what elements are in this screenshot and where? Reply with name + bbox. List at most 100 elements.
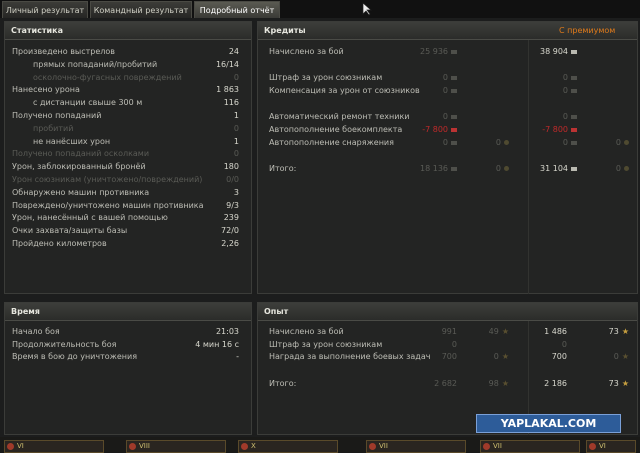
stat-value: 24 [228,47,239,56]
stat-row: Очки захвата/защиты базы 72/0 [5,226,251,238]
vehicle-slot: VII [480,440,580,453]
time-row: Продолжительность боя 4 мин 16 с [5,340,251,352]
credits-title: Кредиты [264,26,306,35]
credit-icon [571,140,577,145]
free-xp-star-icon: ★ [621,352,629,361]
statistics-title: Статистика [11,26,63,35]
credit-row: Штраф за урон союзникам 0 0 [258,73,637,85]
credit-label: Компенсация за урон от союзников [269,86,420,95]
gold-icon [504,166,509,171]
stat-label: Повреждено/уничтожено машин противника [12,200,204,210]
exp-prem-value: 700 [551,352,567,361]
credit-icon [571,88,577,93]
gold-prem-value: 0 [616,138,629,147]
rank-badge-icon [241,443,248,450]
panel-header: Опыт [258,303,637,321]
time-title: Время [11,307,40,316]
stat-label: Обнаружено машин противника [12,187,150,197]
credit-row: Автопополнение снаряжения 0 0 0 0 [258,138,637,150]
time-value: 21:03 [215,327,239,336]
credit-prem-value: 0 [563,138,577,147]
credit-base-value: 25 936 [420,47,457,56]
panel-header: Статистика [5,22,251,40]
rank-badge-icon [483,443,490,450]
stat-row: Получено попаданий 1 [5,111,251,123]
credit-label: Штраф за урон союзникам [269,73,383,82]
exp-label: Начислено за бой [269,327,344,336]
vehicle-tier: VII [379,442,388,450]
free-xp-star-icon: ★ [501,379,509,388]
credit-label: Начислено за бой [269,47,344,56]
credit-base-value: 0 [443,86,457,95]
vehicle-tier: VI [599,442,606,450]
tab-team-result[interactable]: Командный результат [90,1,192,18]
exp-row: Награда за выполнение боевых задач 700 0 ★ 7… [258,352,637,364]
exp-base-value: 0 [451,339,457,349]
stat-value: 1 863 [216,85,239,95]
credit-label: Автопополнение снаряжения [269,138,394,147]
watermark-logo: YAPLAKAL.COM [476,414,621,433]
time-value: - [236,352,239,361]
credit-base-value: 0 [443,112,457,121]
exp-base-free: 0 ★ [493,352,509,361]
credit-total-prem: 31 104 [540,164,577,173]
credit-prem-value: 0 [563,86,577,95]
exp-total-row: Итого: 2 682 98 ★ 2 186 73 ★ [258,379,637,391]
vehicle-slot: VI [4,440,104,453]
exp-prem-value: 2 186 [544,379,567,388]
stat-value: 239 [223,213,239,223]
tab-label: Личный результат [5,6,85,15]
vehicle-tier: VIII [139,442,150,450]
credit-icon [451,140,457,145]
credit-label: Автоматический ремонт техники [269,112,410,121]
time-value: 4 мин 16 с [195,339,239,349]
exp-prem-free: 73 ★ [608,327,629,336]
credit-total-row: Итого: 18 136 0 31 104 0 [258,164,637,176]
stat-row: Урон, заблокированный бронёй 180 [5,162,251,174]
stat-label: Получено попаданий осколками [12,149,150,159]
tab-personal-result[interactable]: Личный результат [2,1,88,18]
stat-row: осколочно-фугасных повреждений 0 [5,73,251,85]
stat-label: Урон, заблокированный бронёй [12,162,146,172]
stat-row: Урон союзникам (уничтожено/повреждений) 0… [5,175,251,187]
stat-row: прямых попаданий/пробитий 16/14 [5,60,251,72]
gold-total-prem: 0 [616,164,629,173]
credit-icon [571,114,577,119]
stat-row: Обнаружено машин противника 3 [5,188,251,200]
vehicle-slot: VI [586,440,636,453]
credits-panel: Кредиты С премиумом Начислено за бой 25 9… [257,21,638,294]
stat-value: 72/0 [221,226,239,236]
free-xp-star-icon: ★ [501,327,509,336]
stat-label: с дистанции свыше 300 м [33,98,143,108]
tab-detailed-report[interactable]: Подробный отчёт [194,1,280,18]
premium-column-label: С премиумом [559,26,616,35]
free-xp-star-icon: ★ [621,327,629,336]
vehicle-tier: X [251,442,256,450]
exp-base-free: 49 ★ [488,327,509,336]
credit-row: Автоматический ремонт техники 0 0 [258,112,637,124]
credit-row: Компенсация за урон от союзников 0 0 [258,86,637,98]
stat-label: Пройдено километров [12,239,107,248]
credit-icon [451,127,457,132]
stat-row: Получено попаданий осколками 0 [5,149,251,161]
credit-icon [451,75,457,80]
statistics-panel: Статистика Произведено выстрелов 24 прямых… [4,21,252,294]
credit-prem-value: -7 800 [542,125,577,134]
vehicle-tier: VII [493,442,502,450]
stat-value: 2,26 [221,239,239,248]
mouse-cursor-icon [362,2,372,16]
stat-value: 16/14 [215,59,239,69]
credit-base-value: -7 800 [422,125,457,134]
gold-icon [624,166,629,171]
credit-row: Начислено за бой 25 936 38 904 [258,47,637,59]
time-label: Начало боя [12,327,60,336]
stat-row: Произведено выстрелов 24 [5,47,251,59]
tab-bar: Личный результат Командный результат Под… [0,0,640,18]
exp-base-free: 98 ★ [488,379,509,388]
credit-icon [571,166,577,171]
experience-title: Опыт [264,307,289,316]
exp-base-value: 991 [441,327,457,336]
credit-icon [451,114,457,119]
credit-prem-value: 0 [563,73,577,82]
exp-prem-value: 0 [561,339,567,349]
